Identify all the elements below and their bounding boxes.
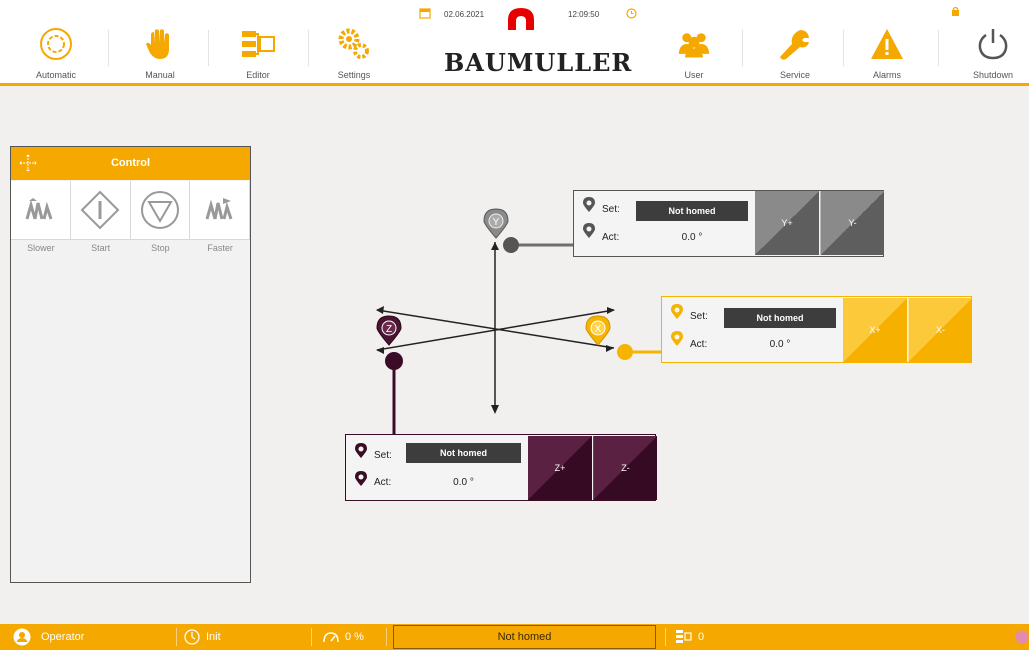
z-act-value: 0.0 ° [453, 477, 474, 488]
x-minus-button[interactable]: X- [908, 298, 972, 362]
y-plus-button[interactable]: Y+ [755, 191, 819, 255]
status-bar: Operator Init 0 % Not homed 0 [0, 624, 1029, 650]
status-message: Not homed [393, 625, 656, 649]
y-marker-icon: Y [483, 208, 509, 239]
x-set-label: Set: [690, 311, 708, 322]
z-set-label: Set: [374, 450, 392, 461]
z-set-value: Not homed [406, 443, 521, 463]
y-minus-label: Y- [848, 218, 857, 228]
operator-icon [13, 628, 31, 646]
y-act-value: 0.0 ° [681, 232, 703, 243]
operator-status[interactable]: Operator [13, 624, 84, 650]
actual-position-icon [671, 331, 683, 346]
x-act-label: Act: [690, 339, 708, 350]
z-plus-button[interactable]: Z+ [528, 436, 592, 500]
y-act-label: Act: [602, 232, 620, 243]
z-act-label: Act: [374, 477, 392, 488]
set-position-icon [355, 443, 367, 458]
machine-state: Init [184, 624, 221, 650]
z-marker-icon: Z [376, 315, 402, 346]
counter-label: 0 [698, 631, 705, 643]
y-minus-button[interactable]: Y- [820, 191, 884, 255]
program-icon [676, 630, 692, 643]
x-axis-panel: Set: Not homed Act: 0.0 ° X+ X- [661, 296, 972, 363]
x-plus-label: X+ [869, 325, 881, 335]
set-position-icon [671, 304, 683, 319]
y-set-value: Not homed [636, 201, 748, 221]
x-set-value: Not homed [724, 308, 836, 328]
actual-position-icon [583, 223, 595, 238]
x-act-value: 0.0 ° [769, 339, 791, 350]
x-marker-label: X [595, 324, 602, 335]
z-minus-button[interactable]: Z- [593, 436, 657, 500]
y-set-label: Set: [602, 204, 620, 215]
speed-override: 0 % [322, 624, 364, 650]
status-indicator-icon [1015, 630, 1029, 644]
y-axis-panel: Set: Not homed Act: 0.0 ° Y+ Y- [573, 190, 884, 257]
operator-label: Operator [41, 631, 85, 643]
x-minus-label: X- [936, 325, 945, 335]
z-plus-label: Z+ [554, 463, 566, 473]
speed-label: 0 % [345, 631, 364, 643]
y-plus-label: Y+ [781, 218, 793, 228]
z-minus-label: Z- [621, 463, 630, 473]
state-label: Init [206, 631, 221, 643]
z-marker-label: Z [386, 324, 392, 335]
z-axis-panel: Set: Not homed Act: 0.0 ° Z+ Z- [345, 434, 657, 501]
y-marker-label: Y [493, 217, 500, 228]
speedometer-icon [323, 632, 339, 643]
set-position-icon [583, 197, 595, 212]
actual-position-icon [355, 471, 367, 486]
init-icon [184, 629, 200, 645]
x-marker-icon: X [585, 315, 611, 346]
x-plus-button[interactable]: X+ [843, 298, 907, 362]
program-counter: 0 [676, 624, 704, 650]
